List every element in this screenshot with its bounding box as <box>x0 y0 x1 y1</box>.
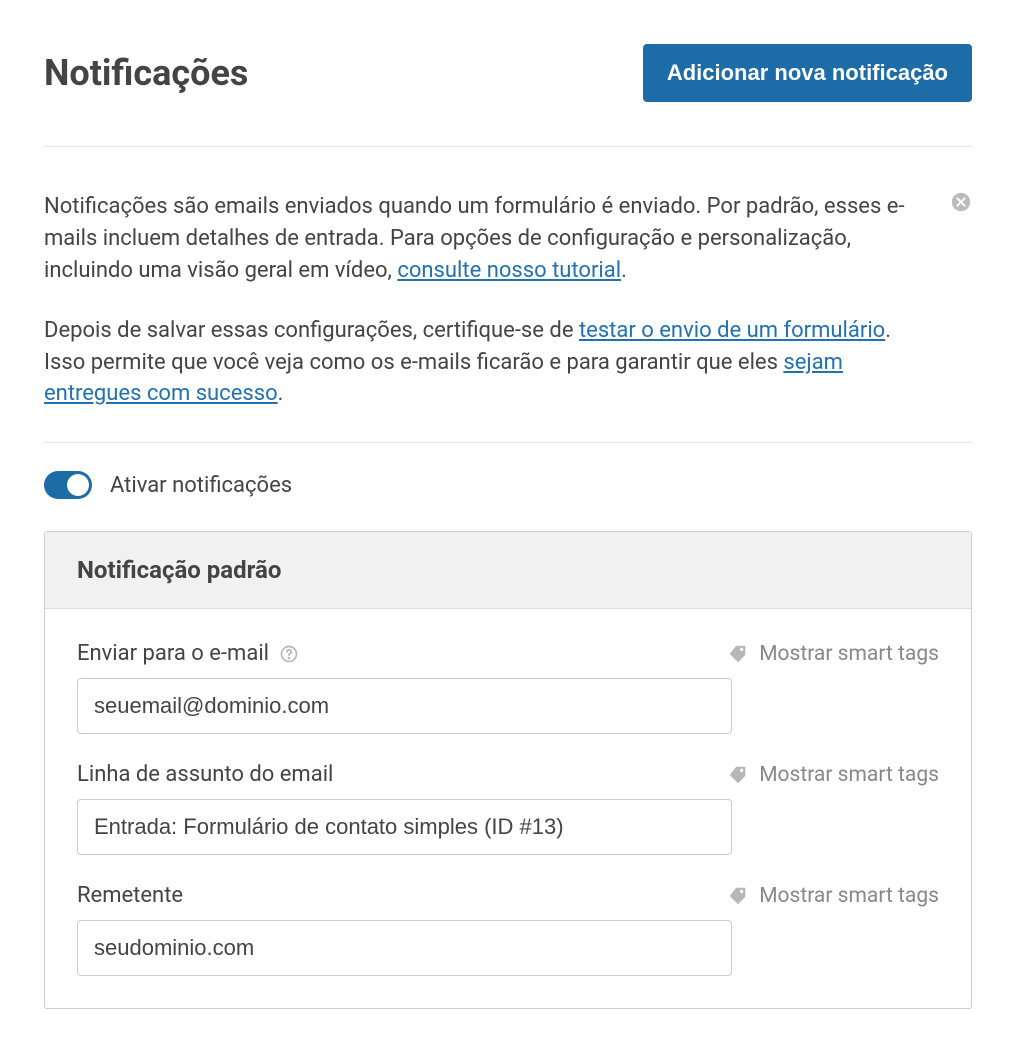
enable-notifications-row: Ativar notificações <box>44 471 972 499</box>
dismiss-icon[interactable] <box>950 191 972 213</box>
sender-input[interactable] <box>77 920 732 976</box>
send-to-label: Enviar para o e-mail <box>77 641 269 666</box>
page-title: Notificações <box>44 52 248 94</box>
panel-header: Notificação padrão <box>45 532 971 609</box>
subject-input[interactable] <box>77 799 732 855</box>
show-smart-tags-link[interactable]: Mostrar smart tags <box>727 884 939 908</box>
subject-label: Linha de assunto do email <box>77 762 333 787</box>
panel-title: Notificação padrão <box>77 556 939 584</box>
enable-notifications-label: Ativar notificações <box>110 473 292 498</box>
info-paragraph-1: Notificações são emails enviados quando … <box>44 191 908 287</box>
field-label-left: Linha de assunto do email <box>77 762 333 787</box>
enable-notifications-toggle[interactable] <box>44 471 92 499</box>
field-label-row: Enviar para o e-mail Mostrar smart tags <box>77 641 939 666</box>
add-notification-button[interactable]: Adicionar nova notificação <box>643 44 972 102</box>
info-text-part: . <box>278 381 284 406</box>
help-icon[interactable] <box>279 644 299 664</box>
notification-panel: Notificação padrão Enviar para o e-mail … <box>44 531 972 1009</box>
smart-tags-label: Mostrar smart tags <box>759 642 939 666</box>
subject-field-group: Linha de assunto do email Mostrar smart … <box>77 762 939 855</box>
send-to-input[interactable] <box>77 678 732 734</box>
field-label-left: Remetente <box>77 883 183 908</box>
field-label-row: Remetente Mostrar smart tags <box>77 883 939 908</box>
test-submission-link[interactable]: testar o envio de um formulário <box>579 318 885 343</box>
info-block: Notificações são emails enviados quando … <box>44 191 972 410</box>
sender-label: Remetente <box>77 883 183 908</box>
tag-icon <box>727 885 749 907</box>
toggle-knob <box>67 474 89 496</box>
send-to-field-group: Enviar para o e-mail Mostrar smart tags <box>77 641 939 734</box>
tag-icon <box>727 764 749 786</box>
info-text-part: Depois de salvar essas configurações, ce… <box>44 318 579 343</box>
tutorial-link[interactable]: consulte nosso tutorial <box>397 258 621 283</box>
info-text-part: . <box>621 258 627 283</box>
smart-tags-label: Mostrar smart tags <box>759 763 939 787</box>
field-label-row: Linha de assunto do email Mostrar smart … <box>77 762 939 787</box>
info-paragraph-2: Depois de salvar essas configurações, ce… <box>44 315 908 411</box>
tag-icon <box>727 643 749 665</box>
smart-tags-label: Mostrar smart tags <box>759 884 939 908</box>
divider <box>44 146 972 147</box>
header-row: Notificações Adicionar nova notificação <box>44 44 972 102</box>
field-label-left: Enviar para o e-mail <box>77 641 299 666</box>
divider <box>44 442 972 443</box>
sender-field-group: Remetente Mostrar smart tags <box>77 883 939 976</box>
show-smart-tags-link[interactable]: Mostrar smart tags <box>727 763 939 787</box>
panel-body: Enviar para o e-mail Mostrar smart tags … <box>45 609 971 1008</box>
show-smart-tags-link[interactable]: Mostrar smart tags <box>727 642 939 666</box>
